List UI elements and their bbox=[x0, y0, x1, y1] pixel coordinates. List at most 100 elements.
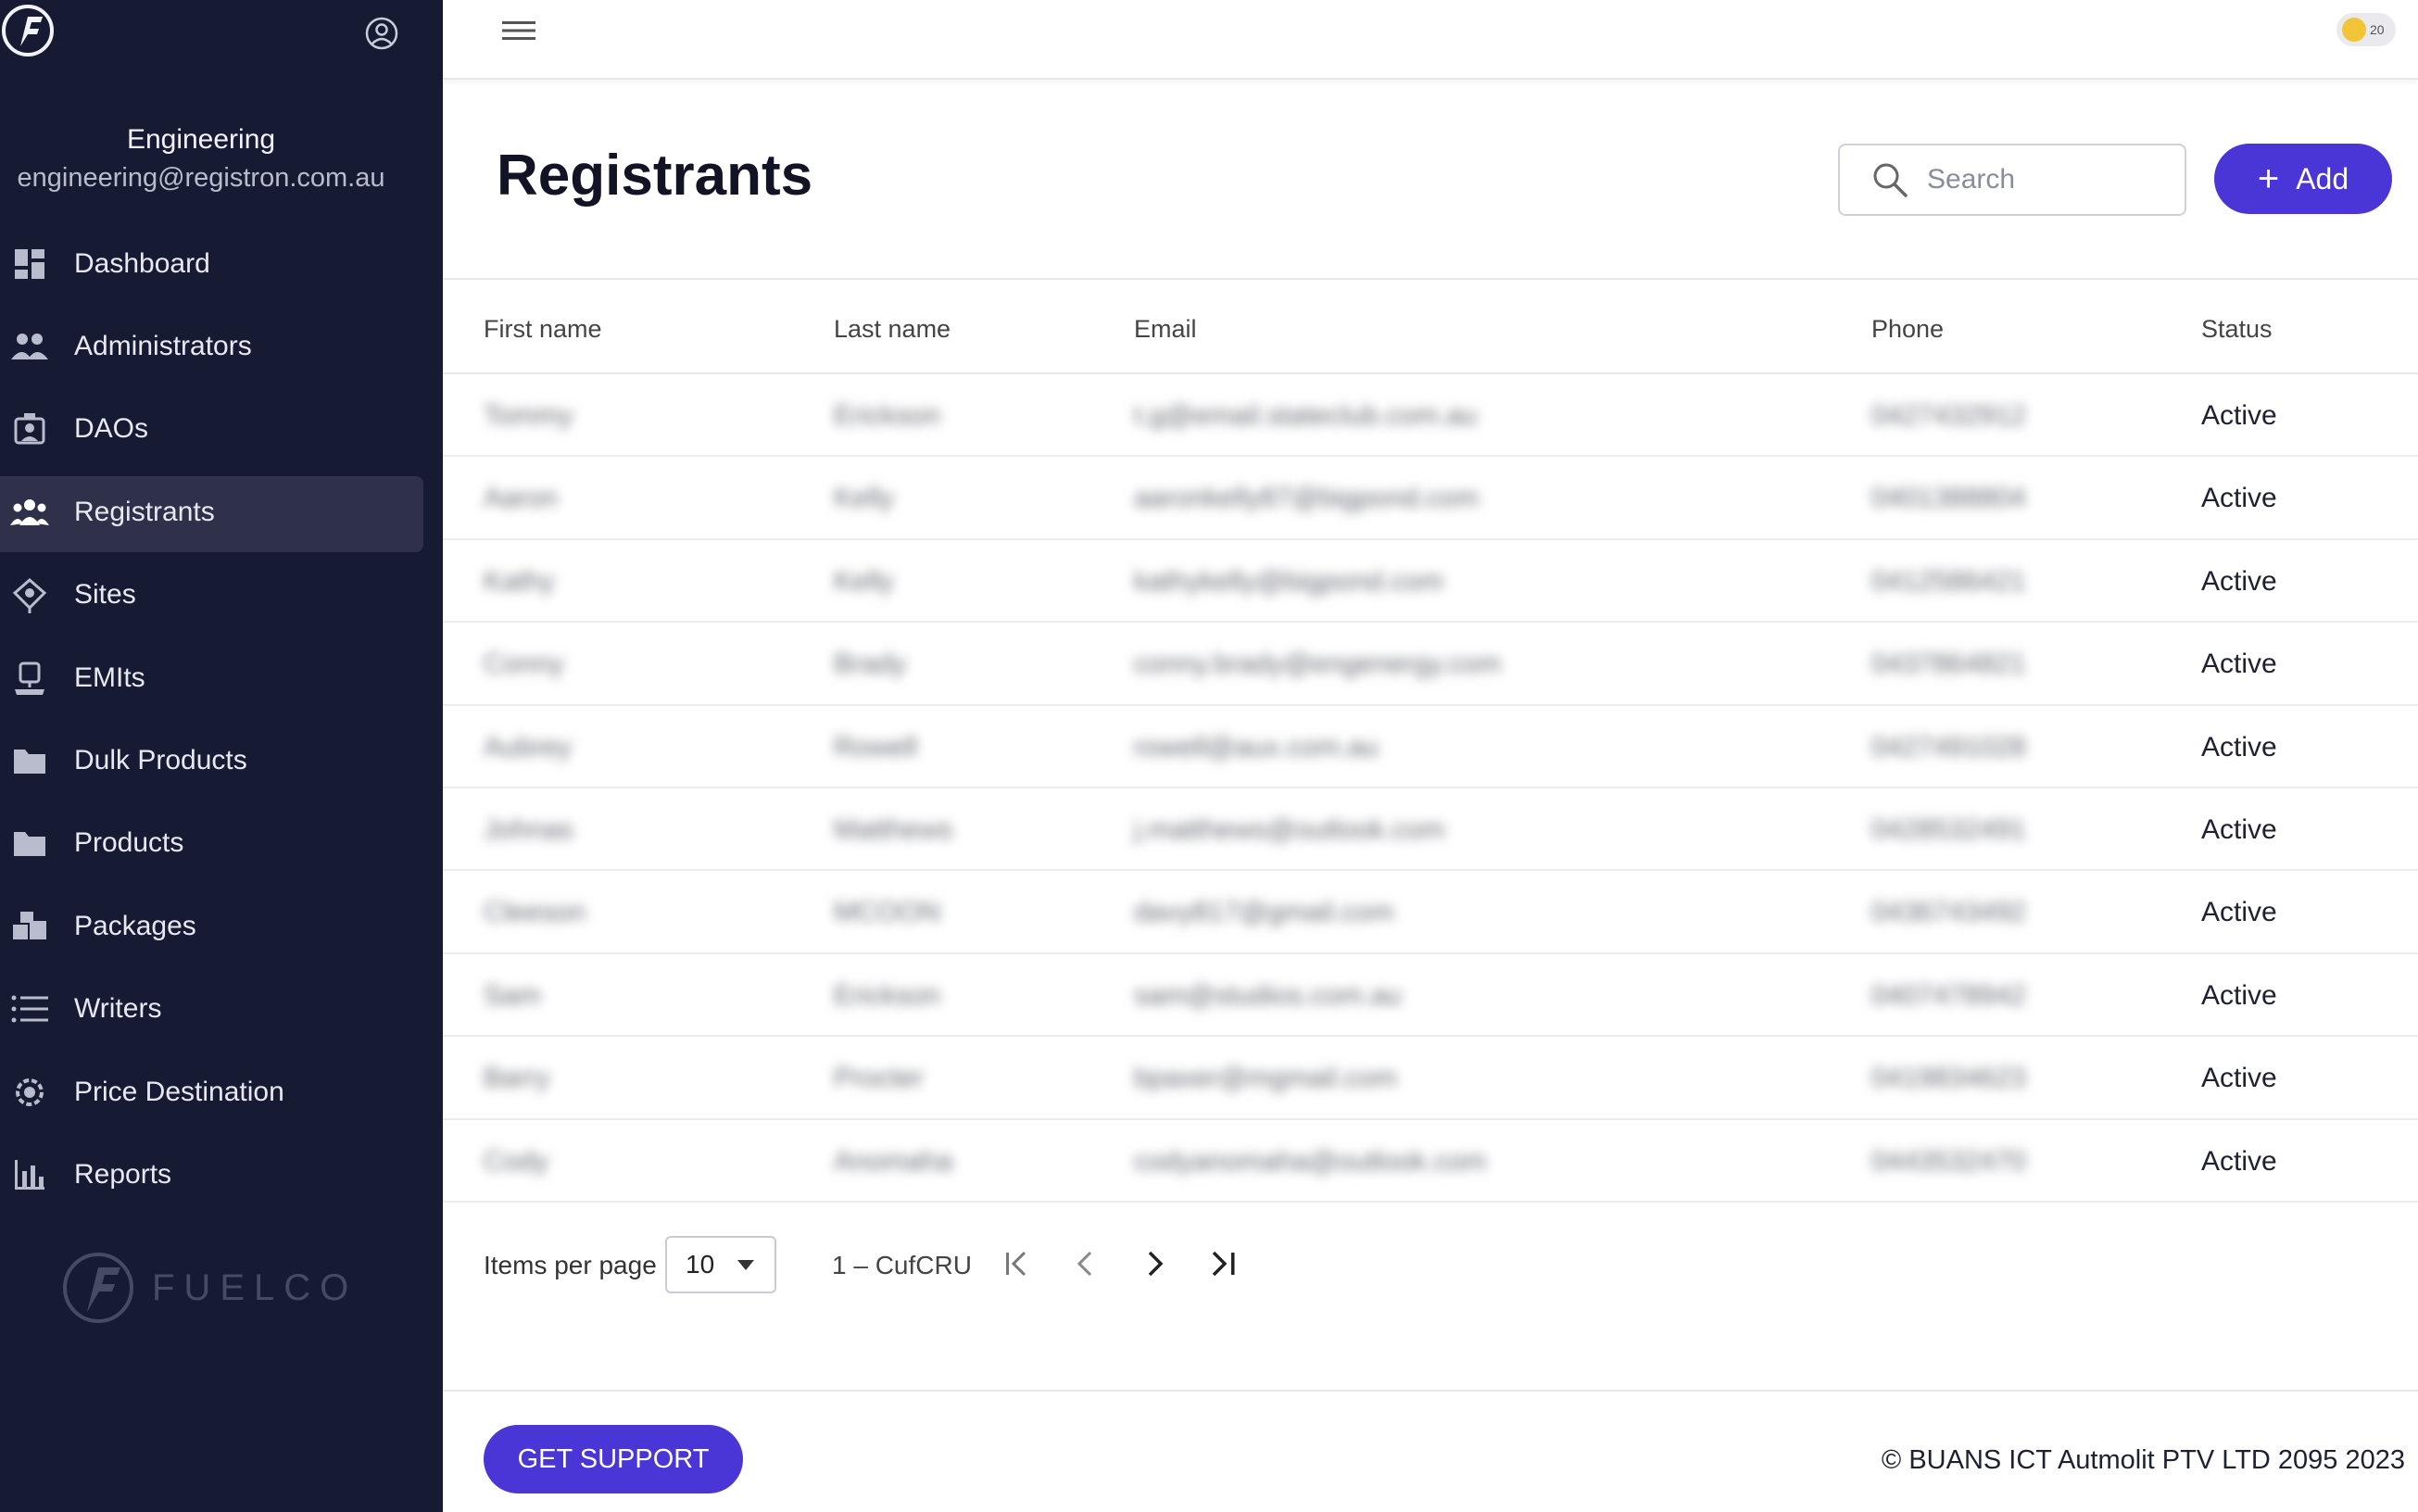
copyright-text: © BUANS ICT Autmolit PTV LTD 2095 2023 bbox=[1881, 1445, 2405, 1475]
table-row[interactable]: Conny Brady conny.brady@engenergy.com 04… bbox=[443, 623, 2418, 706]
chevron-right-icon bbox=[1148, 1251, 1164, 1277]
top-bar: 20 bbox=[443, 0, 2418, 80]
plus-icon: + bbox=[2257, 158, 2280, 199]
get-support-button[interactable]: GET SUPPORT bbox=[484, 1425, 743, 1493]
email-cell: t.g@email.stateclub.com.au bbox=[1134, 400, 1478, 431]
sidebar-nav: Dashboard Administrators DAOs Registrant… bbox=[0, 222, 443, 1216]
table-row[interactable]: Johnas Matthews j.matthews@outlook.com 0… bbox=[443, 788, 2418, 872]
email-cell: j.matthews@outlook.com bbox=[1134, 813, 1445, 845]
profile-email: engineering@registron.com.au bbox=[17, 163, 385, 193]
hamburger-menu-icon[interactable] bbox=[500, 17, 537, 44]
sidebar-item-dulk-products[interactable]: Dulk Products bbox=[0, 719, 443, 801]
column-header-first-name[interactable]: First name bbox=[484, 315, 602, 344]
email-cell: bpaxer@mgmail.com bbox=[1134, 1063, 1397, 1094]
table-row[interactable]: Aubrey Rowell rowell@aux.com.au 04274910… bbox=[443, 706, 2418, 788]
sidebar-item-label: Registrants bbox=[74, 496, 215, 527]
table-row[interactable]: Aaron Kelly aaronkelly87@bigpond.com 040… bbox=[443, 457, 2418, 540]
sidebar-item-sites[interactable]: Sites bbox=[0, 554, 443, 636]
status-cell: Active bbox=[2201, 979, 2277, 1011]
first-name-cell: Tommy bbox=[484, 400, 573, 431]
email-cell: kathykelly@bigpond.com bbox=[1134, 565, 1443, 597]
table-row[interactable]: Sam Erickson sam@studios.com.au 04074789… bbox=[443, 954, 2418, 1038]
sidebar-item-packages[interactable]: Packages bbox=[0, 885, 443, 967]
search-input[interactable] bbox=[1927, 164, 2168, 195]
dropdown-arrow-icon bbox=[737, 1260, 754, 1270]
phone-cell: 0407478942 bbox=[1871, 979, 2026, 1011]
profile-name: Engineering bbox=[126, 124, 276, 155]
sidebar-item-emits[interactable]: EMIts bbox=[0, 636, 443, 719]
app-logo[interactable] bbox=[0, 0, 59, 61]
first-name-cell: Sam bbox=[484, 979, 541, 1011]
phone-cell: 0427491028 bbox=[1871, 731, 2026, 762]
column-header-phone[interactable]: Phone bbox=[1871, 315, 1944, 344]
table-row[interactable]: Tommy Erickson t.g@email.stateclub.com.a… bbox=[443, 374, 2418, 458]
first-name-cell: Cleeson bbox=[484, 897, 586, 928]
items-per-page-select[interactable]: 10 bbox=[665, 1236, 776, 1293]
phone-cell: 0412586421 bbox=[1871, 565, 2026, 597]
table-header: First name Last name Email Phone Status bbox=[443, 278, 2418, 374]
table-row[interactable]: Cody Anomaha codyanomaha@outlook.com 044… bbox=[443, 1120, 2418, 1203]
gear-icon bbox=[9, 1072, 50, 1113]
table-row[interactable]: Barry Procter bpaxer@mgmail.com 04198346… bbox=[443, 1037, 2418, 1120]
column-header-status[interactable]: Status bbox=[2201, 315, 2273, 344]
first-name-cell: Conny bbox=[484, 649, 564, 680]
status-cell: Active bbox=[2201, 565, 2277, 597]
sidebar-item-daos[interactable]: DAOs bbox=[0, 388, 443, 471]
first-name-cell: Aubrey bbox=[484, 731, 573, 762]
first-name-cell: Aaron bbox=[484, 483, 559, 514]
status-cell: Active bbox=[2201, 483, 2277, 514]
last-name-cell: MCOON bbox=[834, 897, 940, 928]
phone-cell: 0419834623 bbox=[1871, 1063, 2026, 1094]
brand-name: FUELCO bbox=[152, 1267, 359, 1308]
paginator: Items per page 10 1 – CufCRU bbox=[443, 1232, 2418, 1297]
last-name-cell: Kelly bbox=[834, 565, 895, 597]
sidebar-item-label: Price Destination bbox=[74, 1076, 284, 1107]
sidebar-item-registrants[interactable]: Registrants bbox=[0, 471, 443, 553]
user-account-icon[interactable] bbox=[363, 15, 400, 52]
column-header-last-name[interactable]: Last name bbox=[834, 315, 951, 344]
chevron-left-icon bbox=[1077, 1251, 1092, 1277]
status-cell: Active bbox=[2201, 1145, 2277, 1177]
search-box[interactable] bbox=[1838, 144, 2186, 216]
sidebar-item-label: Products bbox=[74, 827, 184, 859]
last-page-icon bbox=[1212, 1251, 1235, 1277]
registrants-icon bbox=[9, 492, 50, 533]
column-header-email[interactable]: Email bbox=[1134, 315, 1197, 344]
sidebar-item-label: Packages bbox=[74, 910, 196, 941]
email-cell: aaronkelly87@bigpond.com bbox=[1134, 483, 1480, 514]
table-row[interactable]: Cleeson MCOON davy817@gmail.com 04367434… bbox=[443, 871, 2418, 954]
previous-page-button[interactable] bbox=[1067, 1245, 1104, 1282]
sidebar-item-label: Dulk Products bbox=[74, 745, 247, 776]
packages-icon bbox=[9, 906, 50, 947]
registrants-table: First name Last name Email Phone Status … bbox=[443, 278, 2418, 1203]
add-button[interactable]: + Add bbox=[2214, 144, 2392, 214]
notification-badge[interactable]: 20 bbox=[2336, 13, 2396, 46]
sidebar-item-label: Dashboard bbox=[74, 247, 210, 279]
sidebar-item-label: Administrators bbox=[74, 331, 252, 362]
table-row[interactable]: Kathy Kelly kathykelly@bigpond.com 04125… bbox=[443, 540, 2418, 624]
sidebar-item-dashboard[interactable]: Dashboard bbox=[0, 222, 443, 305]
dashboard-icon bbox=[9, 244, 50, 284]
status-cell: Active bbox=[2201, 897, 2277, 928]
email-cell: rowell@aux.com.au bbox=[1134, 731, 1379, 762]
phone-cell: 0428532491 bbox=[1871, 813, 2026, 845]
last-name-cell: Erickson bbox=[834, 400, 941, 431]
status-cell: Active bbox=[2201, 649, 2277, 680]
bar-chart-icon bbox=[9, 1154, 50, 1195]
email-cell: conny.brady@engenergy.com bbox=[1134, 649, 1502, 680]
folder-icon bbox=[9, 823, 50, 863]
sidebar-item-administrators[interactable]: Administrators bbox=[0, 305, 443, 387]
last-page-button[interactable] bbox=[1204, 1245, 1241, 1282]
first-name-cell: Cody bbox=[484, 1145, 549, 1177]
sidebar-item-label: Writers bbox=[74, 993, 162, 1025]
sidebar-item-reports[interactable]: Reports bbox=[0, 1133, 443, 1216]
page-title: Registrants bbox=[497, 144, 813, 208]
next-page-button[interactable] bbox=[1136, 1245, 1173, 1282]
sidebar-item-writers[interactable]: Writers bbox=[0, 968, 443, 1051]
sidebar-item-price-destination[interactable]: Price Destination bbox=[0, 1051, 443, 1133]
administrators-icon bbox=[9, 326, 50, 367]
brand-watermark: FUELCO bbox=[61, 1247, 348, 1329]
sidebar-item-products[interactable]: Products bbox=[0, 802, 443, 885]
last-name-cell: Rowell bbox=[834, 731, 918, 762]
first-page-button[interactable] bbox=[999, 1245, 1036, 1282]
